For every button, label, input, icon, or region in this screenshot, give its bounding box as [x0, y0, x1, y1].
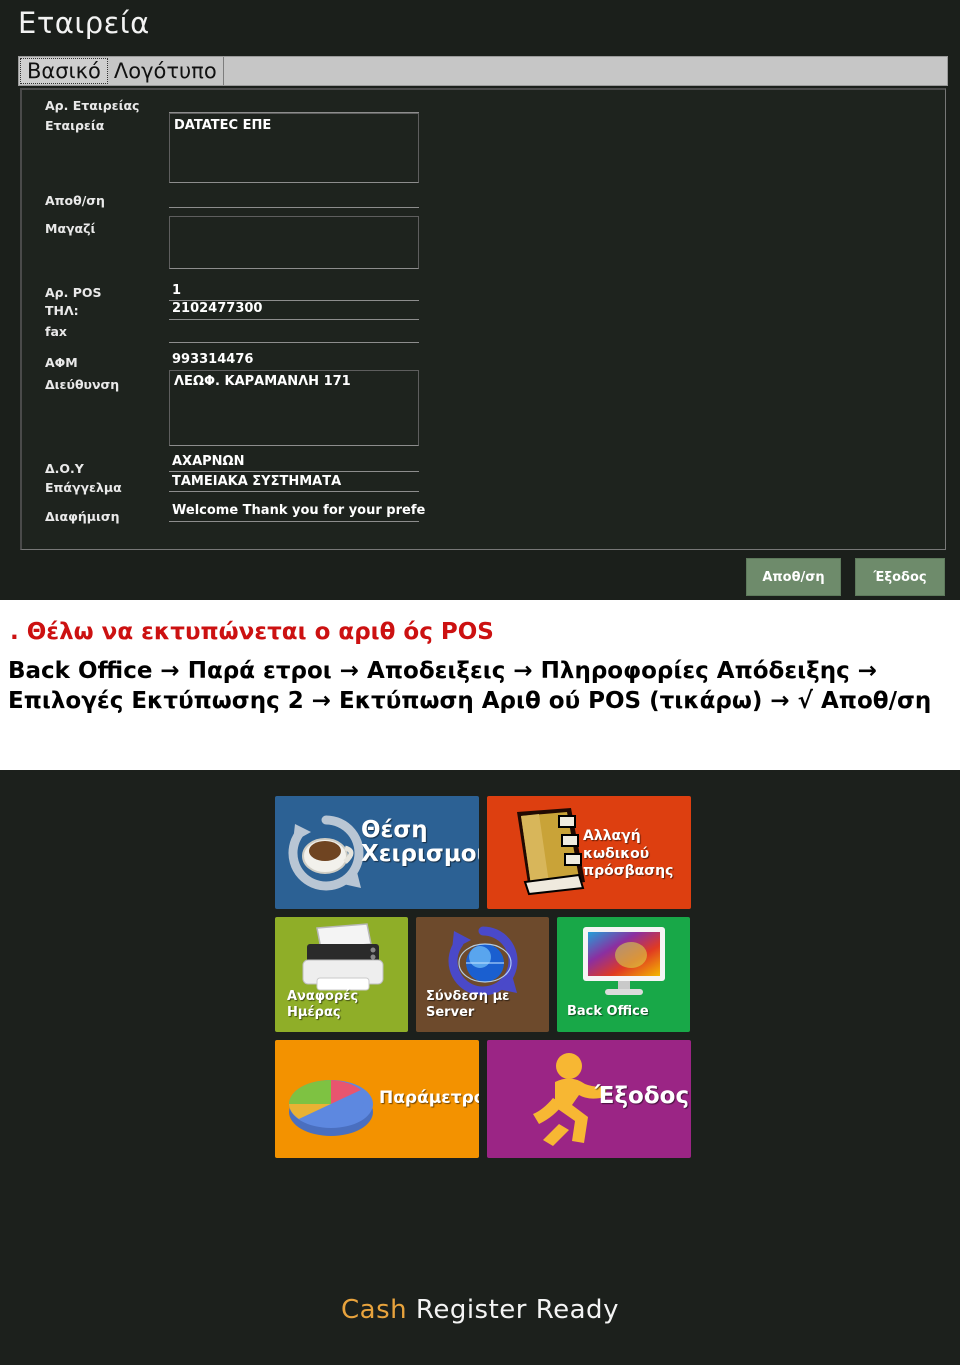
tile-label: Έξοδος — [595, 1083, 690, 1109]
exit-button-label: Έξοδος — [873, 569, 927, 585]
status-rest: Register Ready — [407, 1295, 619, 1325]
label-fax: fax — [45, 324, 67, 339]
value-pos-number: 1 — [172, 283, 182, 298]
tile-row: Αναφορές Ημέρας Σύνδεση με Server Back O… — [275, 917, 692, 1032]
printer-icon — [302, 923, 384, 991]
input-phone[interactable] — [169, 319, 419, 320]
tab-bar: Βασικό Λογότυπο — [18, 56, 948, 86]
tab-basic[interactable]: Βασικό — [20, 58, 108, 84]
tab-filler — [223, 57, 947, 85]
label-warehouse: Αποθ/ση — [45, 193, 105, 208]
tile-label: Θέση Χειρισμού — [361, 817, 479, 868]
instructions-heading: . Θέλω να εκτυπώνεται ο αριθ ός POS — [10, 619, 494, 645]
label-store: Μαγαζί — [45, 221, 96, 236]
status-accent: Cash — [341, 1295, 408, 1325]
tile-server-connection[interactable]: Σύνδεση με Server — [416, 917, 549, 1032]
pos-main-screen: Θέση Χειρισμού Αλλαγή κωδικού πρόσβασης — [0, 770, 960, 1365]
input-warehouse[interactable] — [169, 207, 419, 208]
form-fields-area: Αρ. Εταιρείας Εταιρεία DATATEC ΕΠΕ Αποθ/… — [20, 88, 946, 550]
tile-label: Αναφορές Ημέρας — [287, 989, 359, 1021]
tab-basic-label: Βασικό — [27, 58, 101, 83]
value-phone: 2102477300 — [172, 301, 263, 316]
label-profession: Επάγγελμα — [45, 480, 122, 495]
tile-parameters[interactable]: Παράμετροι — [275, 1040, 479, 1158]
tile-day-reports[interactable]: Αναφορές Ημέρας — [275, 917, 408, 1032]
pos-tile-grid: Θέση Χειρισμού Αλλαγή κωδικού πρόσβασης — [275, 796, 692, 1166]
tile-row: Παράμετροι Έξοδος — [275, 1040, 692, 1158]
pie-chart-icon — [289, 1080, 373, 1136]
label-phone: ΤΗΛ: — [45, 303, 79, 318]
monitor-icon — [583, 927, 665, 995]
tab-logo[interactable]: Λογότυπο — [107, 57, 224, 85]
tile-back-office[interactable]: Back Office — [557, 917, 690, 1032]
input-tax-office[interactable] — [169, 471, 419, 472]
value-tax-office: ΑΧΑΡΝΩΝ — [172, 454, 245, 469]
status-message: Cash Register Ready — [0, 1295, 960, 1325]
instructions-block: . Θέλω να εκτυπώνεται ο αριθ ός POS Back… — [0, 605, 960, 770]
label-vat-number: ΑΦΜ — [45, 355, 78, 370]
tile-label: Παράμετροι — [379, 1088, 479, 1108]
value-advert: Welcome Thank you for your prefe — [172, 503, 426, 518]
tile-label: Back Office — [567, 1004, 649, 1019]
value-address: ΛΕΩΦ. ΚΑΡΑΜΑΝΛΗ 171 — [174, 374, 351, 389]
label-tax-office: Δ.Ο.Υ — [45, 461, 84, 476]
label-company-name: Εταιρεία — [45, 118, 105, 133]
tile-label: Σύνδεση με Server — [426, 989, 510, 1021]
label-advert: Διαφήμιση — [45, 509, 120, 524]
save-button[interactable]: Αποθ/ση — [746, 558, 841, 596]
tile-operator-position[interactable]: Θέση Χειρισμού — [275, 796, 479, 909]
coffee-refresh-icon — [288, 815, 364, 891]
tile-change-password[interactable]: Αλλαγή κωδικού πρόσβασης — [487, 796, 691, 909]
company-form-window: Εταιρεία Βασικό Λογότυπο Αρ. Εταιρείας Ε… — [0, 0, 960, 600]
exit-button[interactable]: Έξοδος — [855, 558, 945, 596]
tile-row: Θέση Χειρισμού Αλλαγή κωδικού πρόσβασης — [275, 796, 692, 909]
page-title: Εταιρεία — [18, 6, 150, 40]
label-pos-number: Αρ. POS — [45, 285, 102, 300]
label-company-number: Αρ. Εταιρείας — [45, 98, 140, 113]
input-fax[interactable] — [169, 342, 419, 343]
input-store[interactable] — [169, 216, 419, 269]
value-profession: ΤΑΜΕΙΑΚΑ ΣΥΣΤΗΜΑΤΑ — [172, 474, 342, 489]
save-button-label: Αποθ/ση — [762, 569, 825, 585]
tab-logo-label: Λογότυπο — [113, 58, 217, 83]
input-advert[interactable] — [169, 521, 419, 522]
input-profession[interactable] — [169, 491, 419, 492]
tile-label: Αλλαγή κωδικού πρόσβασης — [583, 828, 674, 879]
instructions-body: Back Office → Παρά ετροι → Αποδειξεις → … — [8, 658, 932, 714]
tile-exit[interactable]: Έξοδος — [487, 1040, 691, 1158]
label-address: Διεύθυνση — [45, 377, 120, 392]
value-vat-number: 993314476 — [172, 352, 254, 367]
value-company-name: DATATEC ΕΠΕ — [174, 118, 272, 133]
